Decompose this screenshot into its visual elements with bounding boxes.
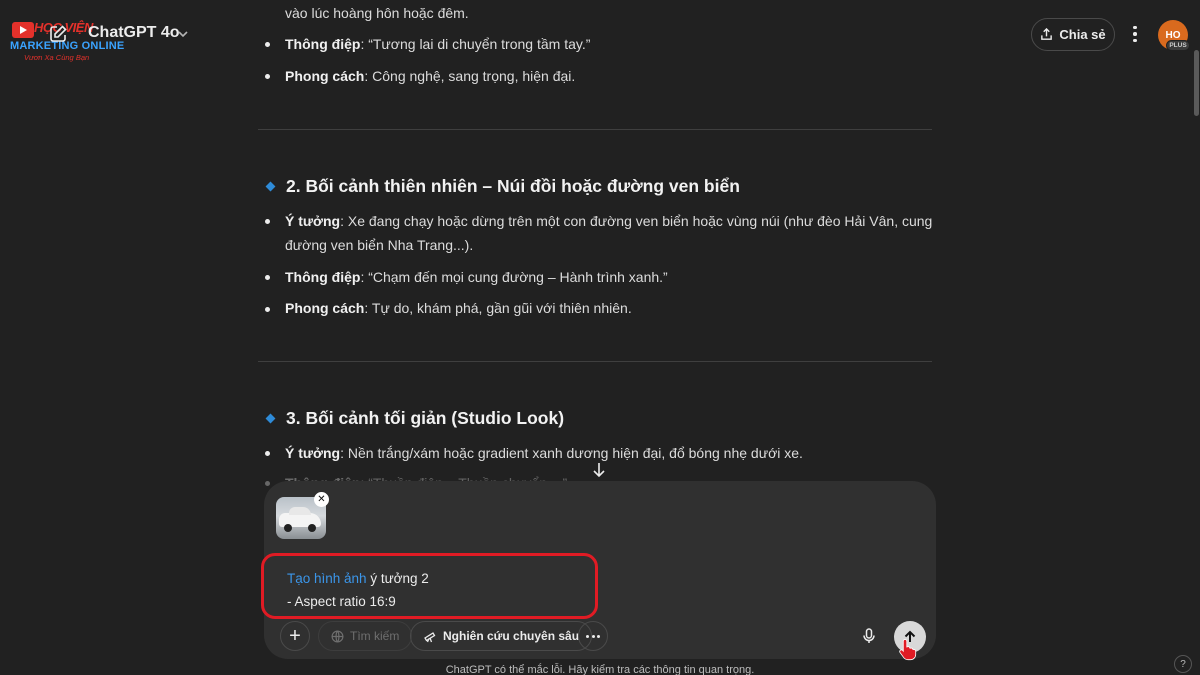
bullet-icon <box>265 74 270 79</box>
divider <box>258 361 932 362</box>
telescope-icon <box>424 632 436 643</box>
bullet-icon <box>265 307 270 312</box>
list-item-continuation: đường ven biển Nha Trang...). <box>285 237 474 253</box>
cut-off-text: vào lúc hoàng hôn hoặc đêm. <box>285 5 469 21</box>
list-item: Ý tưởng: Xe đang chạy hoặc dừng trên một… <box>285 213 933 229</box>
more-tools-button[interactable] <box>578 621 608 651</box>
help-button[interactable]: ? <box>1174 655 1192 673</box>
list-item: Phong cách: Công nghệ, sang trọng, hiện … <box>285 68 576 84</box>
dot-icon <box>1133 32 1137 36</box>
section-heading: 2. Bối cảnh thiên nhiên – Núi đồi hoặc đ… <box>286 176 740 196</box>
search-tool-label: Tìm kiếm <box>350 629 400 643</box>
dot-icon <box>591 634 595 638</box>
chatgpt-window: HỌC VIỆN MARKETING ONLINE Vươn Xa Cùng B… <box>0 0 1200 675</box>
share-icon <box>1041 28 1053 40</box>
logo-subtitle: Vươn Xa Cùng Bạn <box>24 53 90 62</box>
red-highlight-annotation <box>261 553 598 619</box>
list-item: Thông điệp: “Tương lai di chuyển trong t… <box>285 36 591 52</box>
list-item: Ý tưởng: Nền trắng/xám hoặc gradient xan… <box>285 445 803 461</box>
wheel-shape <box>284 524 292 532</box>
diamond-bullet-icon <box>265 181 276 192</box>
share-button[interactable]: Chia sẻ <box>1031 18 1115 51</box>
deep-research-button[interactable]: Nghiên cứu chuyên sâu <box>410 621 593 651</box>
dot-icon <box>597 634 600 638</box>
dot-icon <box>1133 25 1137 30</box>
list-item: Thông điệp: “Chạm đến mọi cung đường – H… <box>285 269 668 285</box>
bullet-icon <box>265 42 270 47</box>
scroll-down-arrow-icon[interactable] <box>591 461 607 479</box>
section-heading: 3. Bối cảnh tối giản (Studio Look) <box>286 408 565 428</box>
list-item: Phong cách: Tự do, khám phá, gần gũi với… <box>285 300 632 316</box>
dot-icon <box>1133 38 1137 43</box>
wheel-shape <box>308 524 316 532</box>
remove-attachment-icon[interactable]: ✕ <box>314 492 329 507</box>
pointer-hand-cursor-icon <box>899 639 917 661</box>
message-composer[interactable]: ✕ Tạo hình ảnh ý tưởng 2 - Aspect ratio … <box>261 481 936 661</box>
diamond-bullet-icon <box>265 413 276 424</box>
bullet-icon <box>265 275 270 280</box>
share-label: Chia sẻ <box>1059 27 1106 42</box>
play-icon <box>12 22 34 38</box>
bullet-icon <box>265 451 270 456</box>
new-chat-icon[interactable] <box>48 24 68 44</box>
dot-icon <box>586 634 589 638</box>
add-attachment-button[interactable]: + <box>280 621 310 651</box>
top-bar: HỌC VIỆN MARKETING ONLINE Vươn Xa Cùng B… <box>0 0 1200 68</box>
disclaimer-text: ChatGPT có thể mắc lỗi. Hãy kiểm tra các… <box>445 664 755 675</box>
bullet-icon <box>265 481 270 486</box>
deep-research-label: Nghiên cứu chuyên sâu <box>443 629 580 643</box>
more-options-button[interactable] <box>1125 22 1145 46</box>
chevron-down-icon[interactable] <box>177 28 189 40</box>
plus-badge: PLUS <box>1166 40 1190 51</box>
search-tool-button[interactable]: Tìm kiếm <box>318 621 413 651</box>
bullet-icon <box>265 219 270 224</box>
scrollbar[interactable] <box>1194 50 1199 116</box>
microphone-icon <box>863 628 875 643</box>
globe-icon <box>331 630 344 642</box>
divider <box>258 129 932 130</box>
model-selector-label[interactable]: ChatGPT 4o <box>88 24 180 42</box>
microphone-button[interactable] <box>856 623 882 649</box>
